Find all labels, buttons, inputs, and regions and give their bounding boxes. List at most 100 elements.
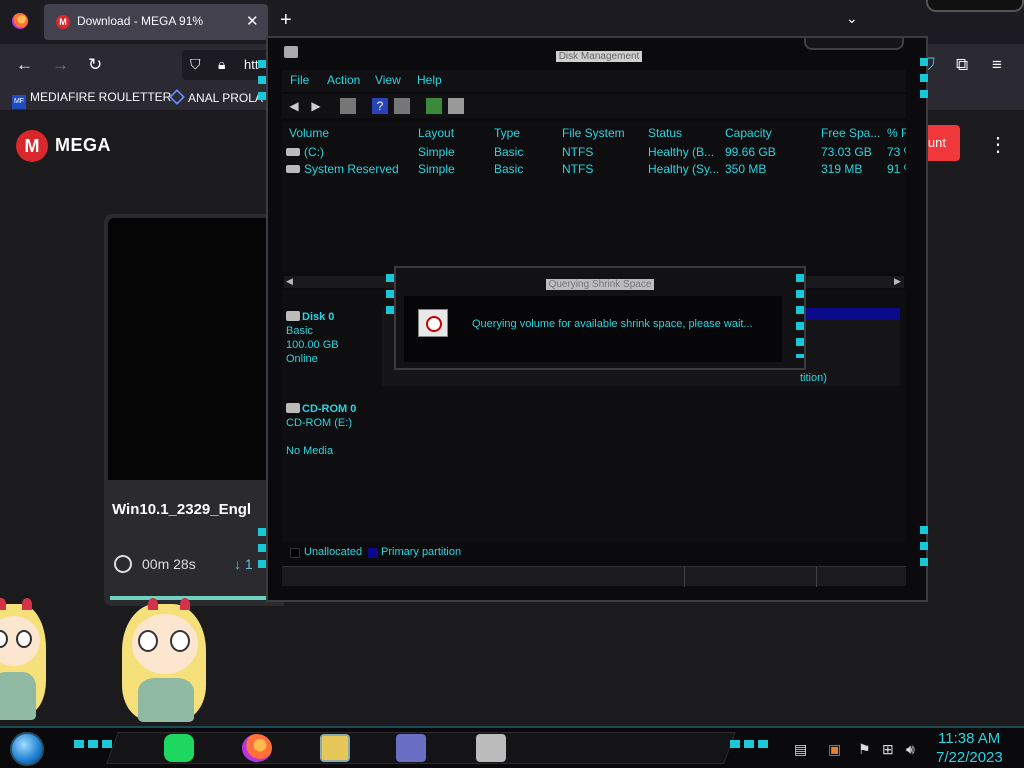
- skin-glow-decoration: [386, 274, 394, 322]
- legend-unallocated-label: Unallocated: [304, 546, 363, 558]
- bookmark-folder-icon: [169, 89, 185, 105]
- tracking-shield-icon[interactable]: ⛉: [190, 56, 201, 73]
- status-cell: Healthy (B...: [648, 145, 715, 159]
- more-options-icon[interactable]: ⋮: [988, 132, 1008, 157]
- file-explorer-app-icon[interactable]: [320, 734, 350, 762]
- column-header[interactable]: % F: [887, 126, 906, 140]
- taskbar: ▤ ▣ ⚑ ⊞ 🔊︎ 11:38 AM 7/22/2023: [0, 726, 1024, 768]
- status-bar: [282, 566, 906, 587]
- properties-icon[interactable]: [394, 98, 410, 114]
- lock-icon[interactable]: 🔒︎: [218, 56, 225, 73]
- settings-icon[interactable]: [448, 98, 464, 114]
- forward-arrow-icon[interactable]: →: [52, 55, 69, 75]
- layout-cell: Simple: [418, 145, 455, 159]
- type-cell: Basic: [494, 162, 524, 176]
- list-all-tabs-chevron-icon[interactable]: ⌄: [846, 10, 858, 27]
- skin-glow-decoration: [920, 58, 928, 104]
- cdrom-0-header[interactable]: CD-ROM 0 CD-ROM (E:) No Media: [286, 402, 374, 458]
- mediafire-bookmark-icon: MF: [12, 95, 26, 109]
- action-center-flag-icon[interactable]: ⚑: [858, 741, 871, 758]
- mega-brand[interactable]: MEGA: [55, 135, 111, 156]
- free-space-cell: 319 MB: [821, 162, 863, 176]
- url-text[interactable]: htt: [244, 57, 258, 72]
- forward-arrow-icon[interactable]: ▶: [308, 98, 324, 114]
- help-icon[interactable]: ?: [372, 98, 388, 114]
- partition-label: tition): [800, 372, 827, 384]
- layout-cell: Simple: [418, 162, 455, 176]
- column-header[interactable]: Status: [648, 126, 682, 140]
- control-panel-app-icon[interactable]: [396, 734, 426, 762]
- refresh-icon[interactable]: [426, 98, 442, 114]
- menu-view[interactable]: View: [375, 73, 401, 87]
- bookmark-mediafire[interactable]: MF MEDIAFIRE ROULETTER: [12, 90, 171, 109]
- menu-hamburger-icon[interactable]: ≡: [992, 55, 1002, 75]
- column-header[interactable]: Free Spa...: [821, 126, 880, 140]
- dialog-message: Querying volume for available shrink spa…: [472, 318, 753, 330]
- download-card: Win10.1_2329_Engl 00m 28s ↓ 1: [104, 214, 284, 606]
- volume-cell: System Reserved: [286, 162, 399, 176]
- menu-file[interactable]: File: [290, 73, 309, 87]
- status-cell: Healthy (Sy...: [648, 162, 718, 176]
- skin-glow-decoration: [920, 526, 928, 574]
- drive-icon: [286, 165, 300, 173]
- start-orb-button[interactable]: [10, 732, 44, 766]
- clock-wait-icon: [418, 309, 448, 337]
- scroll-right-icon[interactable]: ▶: [894, 276, 901, 287]
- extensions-icon[interactable]: ⧉: [956, 55, 968, 75]
- bookmark-label: MEDIAFIRE ROULETTER: [30, 90, 172, 104]
- fs-cell: NTFS: [562, 162, 594, 176]
- new-tab-button[interactable]: +: [280, 9, 292, 32]
- menu-help[interactable]: Help: [417, 73, 442, 87]
- fs-cell: NTFS: [562, 145, 594, 159]
- back-arrow-icon[interactable]: ◀: [286, 98, 302, 114]
- window-title: Disk Management: [284, 46, 914, 62]
- back-arrow-icon[interactable]: ←: [16, 55, 33, 75]
- column-header[interactable]: Type: [494, 126, 520, 140]
- network-icon[interactable]: ⊞: [882, 741, 894, 758]
- menu-action[interactable]: Action: [327, 73, 360, 87]
- disk-management-app-icon[interactable]: [476, 734, 506, 762]
- show-hidden-icons-icon[interactable]: ▤: [794, 741, 807, 758]
- tray-app-icon[interactable]: ▣: [828, 741, 841, 758]
- taskbar-clock-time[interactable]: 11:38 AM: [938, 730, 1000, 747]
- mascot-character-left: [0, 598, 54, 726]
- scroll-left-icon[interactable]: ◀: [286, 276, 293, 287]
- clock-icon: [114, 555, 132, 573]
- skin-decoration: [730, 740, 770, 748]
- taskbar-clock-date[interactable]: 7/22/2023: [936, 749, 1003, 766]
- mascot-character-cursor: [118, 598, 214, 726]
- spotify-app-icon[interactable]: [164, 734, 194, 762]
- mega-favicon-icon: M: [56, 15, 70, 29]
- cdrom-icon: [286, 403, 300, 413]
- disk-0-header[interactable]: Disk 0 Basic 100.00 GB Online: [286, 310, 374, 366]
- mega-logo-icon[interactable]: M: [16, 130, 48, 162]
- capacity-cell: 99.66 GB: [725, 145, 776, 159]
- dialog-title: Querying Shrink Space: [394, 274, 806, 290]
- column-header[interactable]: File System: [562, 126, 625, 140]
- column-header[interactable]: Volume: [289, 126, 329, 140]
- toolbar: ◀ ▶ ?: [282, 94, 906, 118]
- show-hide-tree-icon[interactable]: [340, 98, 356, 114]
- firefox-app-icon[interactable]: [242, 734, 272, 762]
- firefox-logo-icon: [12, 13, 28, 29]
- close-tab-icon[interactable]: ✕: [246, 12, 259, 30]
- reload-icon[interactable]: ↻: [88, 55, 102, 75]
- column-header[interactable]: Layout: [418, 126, 454, 140]
- file-name: Win10.1_2329_Engl: [112, 501, 252, 518]
- column-header[interactable]: Capacity: [725, 126, 772, 140]
- percent-free-cell: 91 %: [887, 162, 906, 176]
- legend-primary-swatch: [368, 548, 378, 558]
- percent-free-cell: 73 %: [887, 145, 906, 159]
- hard-disk-icon: [286, 311, 300, 321]
- browser-tab-mega[interactable]: M Download - MEGA 91% ✕: [44, 4, 268, 40]
- volume-list: Volume Layout Type File System Status Ca…: [282, 122, 906, 272]
- legend-unallocated-swatch: [290, 548, 300, 558]
- skin-glow-decoration: [258, 60, 266, 104]
- skin-glow-decoration: [258, 528, 266, 576]
- volume-icon[interactable]: 🔊︎: [906, 741, 915, 758]
- primary-partition-bar[interactable]: [798, 308, 900, 320]
- capacity-cell: 350 MB: [725, 162, 767, 176]
- skin-decoration: [926, 0, 1024, 12]
- time-remaining: 00m 28s: [142, 556, 196, 572]
- bookmark-second[interactable]: ANAL PROLA: [169, 89, 263, 105]
